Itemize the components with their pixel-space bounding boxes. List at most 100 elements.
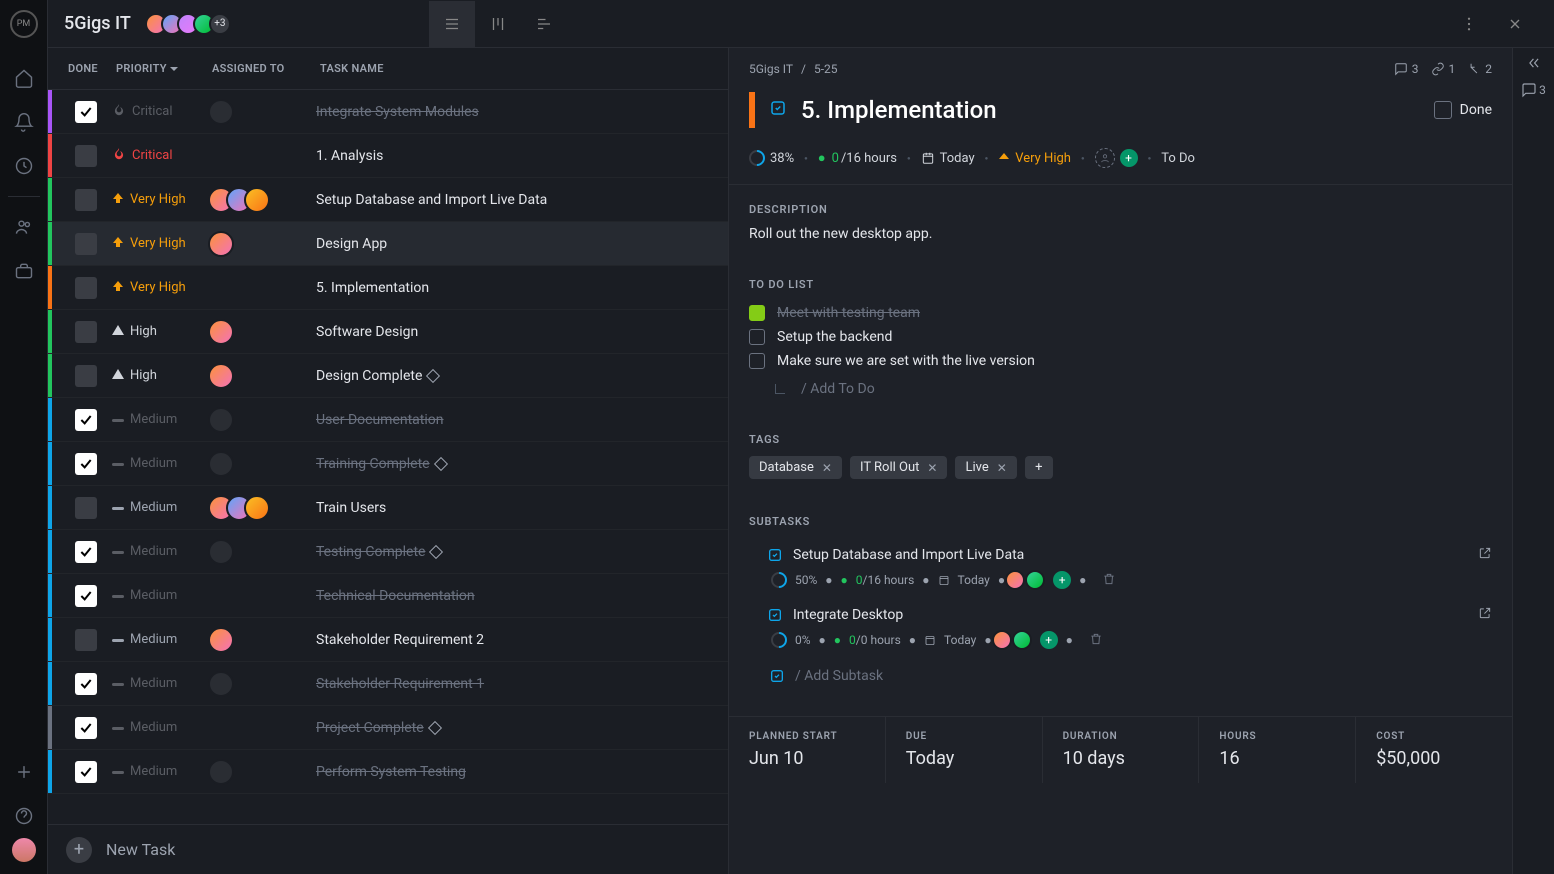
start-value[interactable]: Jun 10: [749, 748, 865, 769]
priority-cell[interactable]: High: [112, 368, 208, 383]
subtask-item[interactable]: Integrate Desktop 0%●●0/0 hours●Today●+●: [767, 598, 1492, 658]
done-checkbox[interactable]: [75, 717, 97, 739]
todo-checkbox[interactable]: [749, 305, 765, 321]
priority-cell[interactable]: Medium: [112, 544, 208, 559]
task-name[interactable]: Stakeholder Requirement 2: [316, 632, 728, 648]
add-assignee-icon[interactable]: +: [1053, 571, 1071, 589]
task-row[interactable]: High Software Design: [48, 310, 728, 354]
task-row[interactable]: Medium Testing Complete: [48, 530, 728, 574]
priority-cell[interactable]: Critical: [112, 147, 208, 165]
add-tag-button[interactable]: +: [1025, 456, 1053, 479]
duration-value[interactable]: 10 days: [1063, 748, 1179, 769]
progress-chip[interactable]: 38%: [749, 150, 794, 166]
briefcase-icon[interactable]: [0, 249, 48, 293]
project-members[interactable]: +3: [145, 13, 231, 35]
subtask-item[interactable]: Setup Database and Import Live Data 50%●…: [767, 538, 1492, 598]
gantt-view-icon[interactable]: [521, 1, 567, 47]
task-row[interactable]: High Design Complete: [48, 354, 728, 398]
comment-count[interactable]: 3: [1394, 62, 1419, 76]
link-count[interactable]: 1: [1431, 62, 1456, 76]
task-name[interactable]: Testing Complete: [316, 544, 728, 560]
task-row[interactable]: Medium Train Users: [48, 486, 728, 530]
add-subtask-input[interactable]: / Add Subtask: [749, 658, 1492, 684]
assignee-chip[interactable]: +: [1095, 148, 1138, 168]
assignee-cell[interactable]: [208, 407, 316, 433]
task-name[interactable]: Perform System Testing: [316, 764, 728, 780]
todo-checkbox[interactable]: [749, 329, 765, 345]
priority-chip[interactable]: Very High: [998, 151, 1071, 166]
assignee-cell[interactable]: [208, 671, 316, 697]
new-task-button[interactable]: + New Task: [48, 824, 728, 874]
priority-cell[interactable]: Very High: [112, 192, 208, 208]
board-view-icon[interactable]: [475, 1, 521, 47]
priority-cell[interactable]: High: [112, 324, 208, 339]
priority-cell[interactable]: Medium: [112, 676, 208, 691]
task-name[interactable]: Project Complete: [316, 720, 728, 736]
done-checkbox[interactable]: [75, 365, 97, 387]
status-chip[interactable]: To Do: [1161, 151, 1195, 166]
task-name[interactable]: Design Complete: [316, 368, 728, 384]
assignee-cell[interactable]: [208, 319, 316, 345]
task-name[interactable]: Setup Database and Import Live Data: [316, 192, 728, 208]
col-done[interactable]: DONE: [60, 62, 116, 75]
priority-cell[interactable]: Medium: [112, 412, 208, 427]
done-checkbox[interactable]: [75, 585, 97, 607]
list-view-icon[interactable]: [429, 1, 475, 47]
assignee-cell[interactable]: [208, 363, 316, 389]
done-checkbox[interactable]: [75, 453, 97, 475]
task-row[interactable]: Medium Stakeholder Requirement 1: [48, 662, 728, 706]
assignee-cell[interactable]: [208, 187, 316, 213]
remove-tag-icon[interactable]: ✕: [822, 461, 832, 475]
task-name[interactable]: Integrate System Modules: [316, 104, 728, 120]
done-checkbox[interactable]: [75, 189, 97, 211]
assignee-cell[interactable]: [208, 759, 316, 785]
bell-icon[interactable]: [0, 100, 48, 144]
priority-cell[interactable]: Very High: [112, 280, 208, 296]
priority-cell[interactable]: Medium: [112, 632, 208, 647]
task-name[interactable]: Training Complete: [316, 456, 728, 472]
open-subtask-icon[interactable]: [1478, 546, 1492, 564]
priority-cell[interactable]: Very High: [112, 236, 208, 252]
task-name[interactable]: Technical Documentation: [316, 588, 728, 604]
cost-value[interactable]: $50,000: [1376, 748, 1492, 769]
todo-item[interactable]: Make sure we are set with the live versi…: [749, 349, 1492, 373]
done-checkbox[interactable]: [75, 233, 97, 255]
done-checkbox[interactable]: [75, 629, 97, 651]
hours-chip[interactable]: ●0/16 hours: [818, 150, 897, 166]
priority-cell[interactable]: Medium: [112, 720, 208, 735]
add-todo-input[interactable]: / Add To Do: [749, 373, 1492, 397]
description-text[interactable]: Roll out the new desktop app.: [749, 226, 1492, 242]
task-name[interactable]: Stakeholder Requirement 1: [316, 676, 728, 692]
task-row[interactable]: Critical 1. Analysis: [48, 134, 728, 178]
done-checkbox[interactable]: [75, 761, 97, 783]
tag-chip[interactable]: Live✕: [955, 456, 1016, 479]
todo-checkbox[interactable]: [749, 353, 765, 369]
delete-subtask-icon[interactable]: [1102, 572, 1116, 589]
assignee-cell[interactable]: [208, 451, 316, 477]
subtask-count[interactable]: 2: [1467, 62, 1492, 76]
assignee-cell[interactable]: [208, 627, 316, 653]
task-row[interactable]: Critical Integrate System Modules: [48, 90, 728, 134]
task-name[interactable]: Design App: [316, 236, 728, 252]
more-members[interactable]: +3: [209, 13, 231, 35]
people-icon[interactable]: [0, 205, 48, 249]
col-task[interactable]: TASK NAME: [320, 62, 728, 75]
add-assignee-icon[interactable]: +: [1120, 149, 1138, 167]
task-row[interactable]: Medium Perform System Testing: [48, 750, 728, 794]
add-assignee-icon[interactable]: +: [1040, 631, 1058, 649]
app-logo[interactable]: PM: [10, 10, 38, 38]
task-name[interactable]: 1. Analysis: [316, 148, 728, 164]
due-value[interactable]: Today: [906, 748, 1022, 769]
task-name[interactable]: 5. Implementation: [316, 280, 728, 296]
home-icon[interactable]: [0, 56, 48, 100]
task-row[interactable]: Medium Stakeholder Requirement 2: [48, 618, 728, 662]
done-checkbox[interactable]: [75, 409, 97, 431]
delete-subtask-icon[interactable]: [1089, 632, 1103, 649]
done-checkbox[interactable]: [75, 497, 97, 519]
tag-chip[interactable]: IT Roll Out✕: [850, 456, 947, 479]
breadcrumb-project[interactable]: 5Gigs IT: [749, 62, 793, 76]
remove-tag-icon[interactable]: ✕: [927, 461, 937, 475]
todo-item[interactable]: Meet with testing team: [749, 301, 1492, 325]
hours-value[interactable]: 16: [1219, 748, 1335, 769]
date-chip[interactable]: Today: [921, 151, 975, 166]
